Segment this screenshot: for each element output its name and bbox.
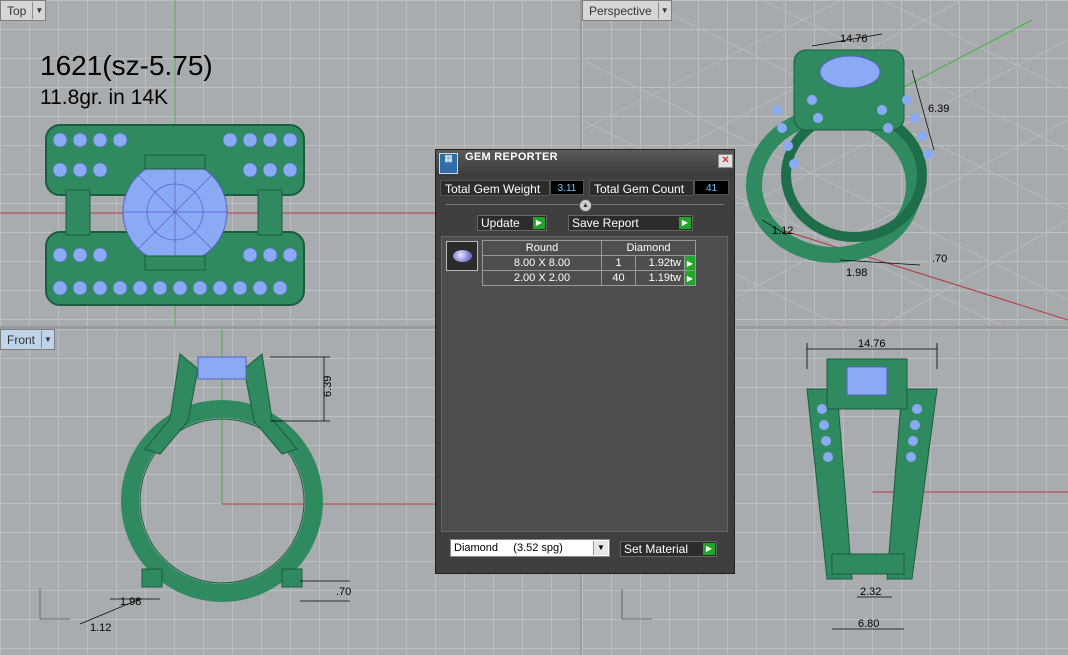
save-report-button-label: Save Report [572, 216, 639, 230]
persp-dim-top: 14.76 [840, 33, 868, 45]
front-dim-c: .70 [336, 586, 351, 598]
total-gem-weight-label: Total Gem Weight [440, 180, 550, 196]
gem-reporter-panel: ▦ GEM REPORTER ✕ Total Gem Weight 3.11 T… [435, 149, 735, 574]
note-model-id: 1621(sz-5.75) [40, 50, 213, 81]
chevron-down-icon[interactable]: ▼ [593, 541, 608, 555]
collapse-handle-icon[interactable]: ▲ [579, 199, 592, 212]
gem-table-header: Round Diamond [482, 240, 696, 256]
front-dim-a: 1.98 [120, 596, 141, 608]
gem-reporter-title: GEM REPORTER [465, 151, 558, 163]
play-arrow-icon: ▶ [703, 543, 715, 555]
gem-size-cell: 8.00 X 8.00 [482, 255, 602, 271]
gem-weight-cell: 1.19tw [635, 270, 685, 286]
material-select[interactable]: Diamond (3.52 spg) ▼ [450, 539, 610, 557]
gem-thumbnail[interactable] [446, 241, 478, 271]
gem-reporter-header[interactable]: ▦ GEM REPORTER ✕ [436, 150, 734, 176]
gem-size-cell: 2.00 X 2.00 [482, 270, 602, 286]
viewport-top-label: Top [7, 3, 27, 18]
persp-dim-c: .70 [932, 253, 947, 265]
chevron-down-icon[interactable]: ▼ [41, 331, 54, 348]
table-row[interactable]: 2.00 X 2.00 40 1.19tw ▶ [482, 270, 696, 286]
close-icon[interactable]: ✕ [718, 154, 733, 168]
right-dim-b1: 2.32 [860, 586, 881, 598]
chevron-down-icon[interactable]: ▼ [657, 2, 671, 19]
gem-material-header: Diamond [601, 240, 696, 256]
set-material-button-label: Set Material [624, 542, 689, 556]
update-button-label: Update [481, 216, 520, 230]
select-row-arrow-icon[interactable]: ▶ [684, 255, 696, 271]
total-gem-weight-value: 3.11 [550, 180, 584, 195]
play-arrow-icon: ▶ [679, 217, 691, 229]
gem-shape-header: Round [482, 240, 602, 256]
table-row[interactable]: 8.00 X 8.00 1 1.92tw ▶ [482, 255, 696, 271]
viewport-tab-perspective[interactable]: Perspective ▼ [582, 0, 672, 21]
material-select-value: Diamond (3.52 spg) [454, 542, 563, 554]
gem-reporter-app-icon: ▦ [439, 153, 458, 174]
set-material-button[interactable]: Set Material ▶ [620, 541, 717, 557]
right-dim-top: 14.76 [858, 338, 886, 350]
gem-table: Round Diamond 8.00 X 8.00 1 1.92tw ▶ 2.0… [482, 240, 696, 286]
total-gem-count-label: Total Gem Count [589, 180, 694, 196]
persp-dim-b: 1.98 [846, 267, 867, 279]
front-dim-b: 1.12 [90, 622, 111, 634]
viewport-tab-top[interactable]: Top ▼ [0, 0, 47, 21]
viewport-perspective-label: Perspective [589, 3, 652, 18]
viewport-front-label: Front [7, 332, 36, 347]
gem-weight-cell: 1.92tw [635, 255, 685, 271]
gem-count-cell: 40 [601, 270, 636, 286]
gem-stone-icon [453, 250, 472, 262]
gem-list-area: Round Diamond 8.00 X 8.00 1 1.92tw ▶ 2.0… [441, 236, 728, 532]
chevron-down-icon[interactable]: ▼ [32, 2, 45, 19]
persp-dim-a: 1.12 [772, 225, 793, 237]
viewport-tab-front[interactable]: Front ▼ [0, 329, 56, 350]
right-dim-b2: 6.80 [858, 618, 879, 630]
save-report-button[interactable]: Save Report ▶ [568, 215, 693, 231]
update-button[interactable]: Update ▶ [477, 215, 547, 231]
play-arrow-icon: ▶ [533, 217, 545, 229]
select-row-arrow-icon[interactable]: ▶ [684, 270, 696, 286]
persp-dim-side: 6.39 [928, 103, 949, 115]
front-dim-height: 6.39 [322, 376, 334, 397]
note-weight: 11.8gr. in 14K [40, 86, 169, 109]
gem-count-cell: 1 [601, 255, 636, 271]
total-gem-count-value: 41 [694, 180, 729, 195]
